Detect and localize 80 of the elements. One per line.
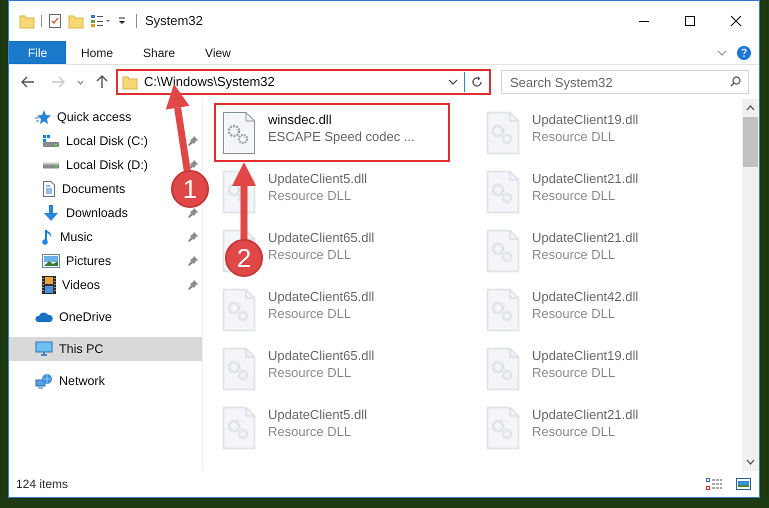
maximize-icon (685, 16, 695, 26)
close-icon (730, 15, 742, 27)
document-icon (42, 181, 56, 197)
ribbon-tab[interactable]: Home (66, 41, 128, 64)
file-description: Resource DLL (268, 305, 352, 322)
file-name[interactable]: winsdec.dll (268, 111, 332, 128)
scroll-up-icon[interactable] (746, 105, 755, 111)
sidebar-item[interactable]: OneDrive (9, 305, 202, 329)
scrollbar[interactable] (742, 99, 759, 471)
properties-icon (90, 14, 112, 28)
file-description: Resource DLL (268, 423, 352, 440)
drive-icon (42, 134, 60, 148)
network-globe-icon (35, 373, 53, 389)
sidebar-item[interactable]: Documents (9, 177, 130, 201)
file-description: Resource DLL (532, 364, 616, 381)
sidebar-item[interactable]: Quick access (9, 105, 202, 129)
monitor-icon (35, 341, 53, 357)
download-arrow-icon (42, 204, 60, 222)
file-name[interactable]: UpdateClient5.dll (268, 170, 368, 187)
minimize-icon (639, 20, 649, 22)
checklist-icon (48, 13, 62, 29)
folder-icon (122, 74, 138, 90)
file-name[interactable]: UpdateClient65.dll (268, 347, 374, 364)
drive-icon (42, 162, 60, 168)
file-description: Resource DLL (268, 364, 352, 381)
file-name[interactable]: UpdateClient65.dll (268, 229, 374, 246)
customize-toolbar-icon (118, 17, 126, 25)
scroll-down-icon[interactable] (746, 459, 755, 465)
file-description: Resource DLL (268, 187, 352, 204)
back-arrow-icon[interactable] (21, 76, 35, 88)
sidebar-item[interactable]: Videos (9, 273, 104, 297)
file-description: Resource DLL (268, 246, 352, 263)
window-title: System32 (145, 12, 203, 30)
file-name[interactable]: UpdateClient19.dll (532, 347, 638, 364)
help-icon[interactable] (737, 46, 751, 60)
item-count: 124 items (16, 476, 68, 493)
dropdown-caret-icon (448, 79, 458, 85)
sidebar-item[interactable]: Local Disk (C:) (9, 129, 152, 153)
sidebar-item[interactable]: Network (9, 369, 202, 393)
film-strip-icon (42, 276, 56, 294)
music-note-icon (42, 228, 54, 246)
folder-icon (19, 13, 35, 29)
file-description: ESCAPE Speed codec ... (268, 128, 415, 145)
up-arrow-icon[interactable] (96, 75, 108, 89)
expand-ribbon-icon[interactable] (717, 50, 727, 56)
folder-icon (68, 13, 84, 29)
file-name[interactable]: UpdateClient19.dll (532, 111, 638, 128)
scroll-thumb[interactable] (743, 117, 758, 167)
file-menu-button[interactable]: File (9, 41, 66, 64)
star-icon (35, 109, 51, 125)
sidebar-item[interactable]: Music (9, 225, 97, 249)
sidebar-item[interactable]: Pictures (9, 249, 116, 273)
details-view-icon[interactable] (706, 478, 722, 490)
search-field[interactable]: Search System32 (501, 70, 749, 94)
file-description: Resource DLL (532, 423, 616, 440)
file-name[interactable]: UpdateClient21.dll (532, 229, 638, 246)
recent-locations-icon[interactable] (77, 80, 84, 84)
sidebar-item[interactable]: Local Disk (D:) (9, 153, 152, 177)
sidebar-item[interactable]: Downloads (9, 201, 132, 225)
search-icon[interactable] (730, 76, 741, 87)
cloud-icon (35, 311, 53, 323)
step-badge: 2 (225, 239, 263, 277)
file-name[interactable]: UpdateClient21.dll (532, 170, 638, 187)
file-description: Resource DLL (532, 187, 616, 204)
file-description: Resource DLL (532, 128, 616, 145)
address-path: C:\Windows\System32 (144, 73, 276, 92)
ribbon-tab[interactable]: Share (128, 41, 190, 64)
refresh-icon (471, 76, 483, 88)
file-name[interactable]: UpdateClient21.dll (532, 406, 638, 423)
file-name[interactable]: UpdateClient42.dll (532, 288, 638, 305)
sidebar-item[interactable]: This PC (9, 337, 202, 361)
large-icons-view-icon[interactable] (736, 478, 751, 490)
address-bar[interactable]: C:\Windows\System32 (116, 69, 491, 95)
file-description: Resource DLL (532, 305, 616, 322)
landscape-picture-icon (42, 254, 60, 268)
file-name[interactable]: UpdateClient65.dll (268, 288, 374, 305)
step-badge: 1 (171, 170, 209, 208)
file-description: Resource DLL (532, 246, 616, 263)
ribbon-tab[interactable]: View (190, 41, 246, 64)
file-name[interactable]: UpdateClient5.dll (268, 406, 368, 423)
